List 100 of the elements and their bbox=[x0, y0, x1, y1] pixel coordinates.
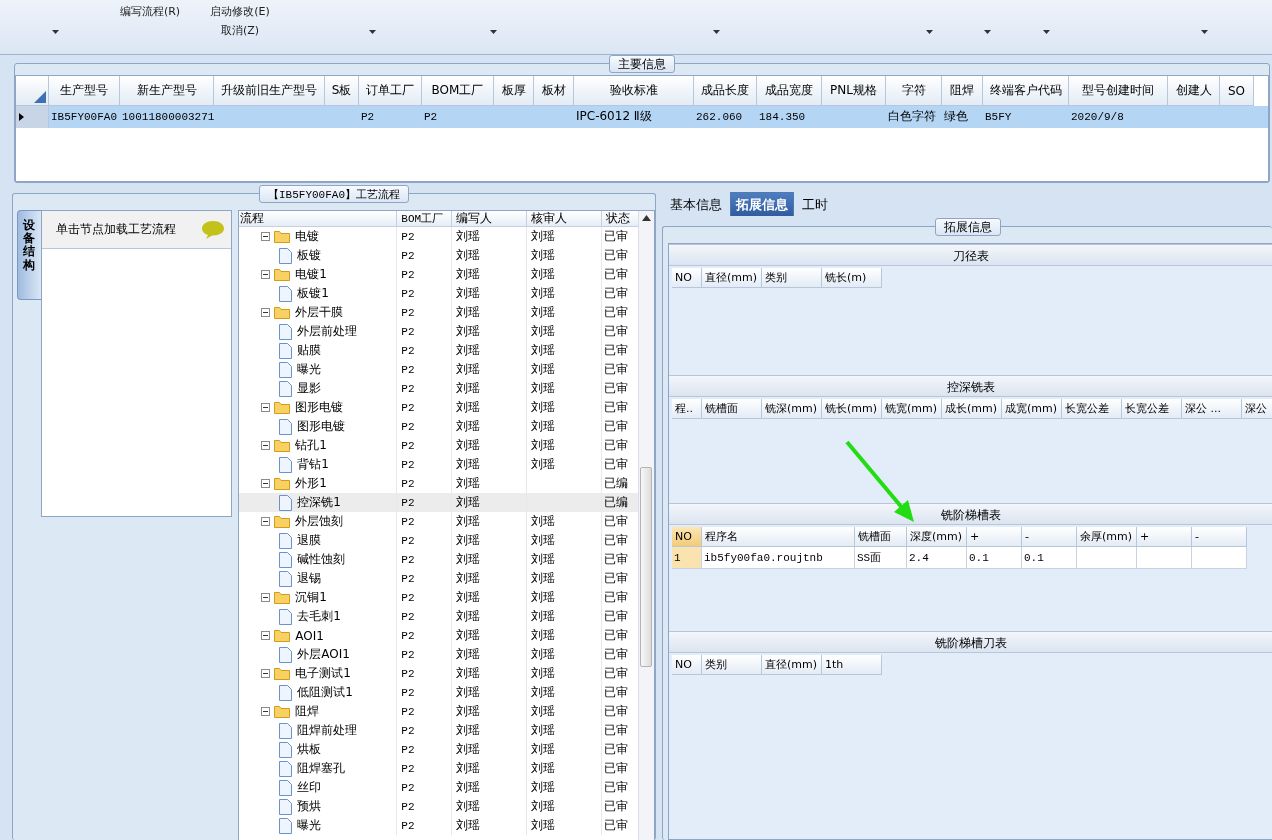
tree-node-label: 图形电镀 bbox=[297, 418, 346, 435]
column-header[interactable]: 长宽公差 bbox=[1062, 399, 1122, 419]
column-header[interactable]: 类别 bbox=[762, 268, 822, 288]
collapse-icon[interactable] bbox=[261, 308, 271, 317]
column-header[interactable]: 成宽(mm) bbox=[1002, 399, 1062, 419]
collapse-icon[interactable] bbox=[261, 479, 271, 488]
column-header[interactable]: NO bbox=[672, 268, 702, 288]
caret-icon bbox=[712, 30, 720, 34]
column-header[interactable]: 深公 ... bbox=[1182, 399, 1242, 419]
collapse-icon[interactable] bbox=[261, 593, 271, 602]
collapse-icon[interactable] bbox=[261, 232, 271, 241]
file-icon bbox=[279, 646, 293, 663]
collapse-icon[interactable] bbox=[261, 707, 271, 716]
table-cell: 已审 bbox=[604, 798, 629, 815]
column-header[interactable]: 程序名 bbox=[702, 527, 855, 547]
column-header[interactable]: 成品长度 bbox=[694, 76, 757, 106]
toolbar-button[interactable]: 编写流程(R) bbox=[119, 0, 181, 19]
column-header[interactable]: 新生产型号 bbox=[120, 76, 214, 106]
column-header[interactable]: 直径(mm) bbox=[762, 655, 822, 675]
table-cell: 刘瑶 bbox=[456, 399, 481, 416]
table-cell: 已审 bbox=[604, 361, 629, 378]
column-header[interactable]: 1th bbox=[822, 655, 882, 675]
column-header[interactable]: 深度(mm) bbox=[907, 527, 967, 547]
column-header[interactable]: BOM工厂 bbox=[422, 76, 494, 106]
column-header[interactable]: 板材 bbox=[534, 76, 574, 106]
file-icon bbox=[279, 760, 293, 777]
tab[interactable]: 拓展信息 bbox=[730, 192, 794, 216]
column-header[interactable]: + bbox=[967, 527, 1022, 547]
column-header[interactable]: 铣宽(mm) bbox=[882, 399, 942, 419]
column-header[interactable]: 编写人 bbox=[452, 211, 528, 227]
table-cell: P2 bbox=[401, 534, 415, 547]
scrollbar-thumb[interactable] bbox=[640, 467, 653, 667]
tree-row[interactable]: 控深铣1 P2 刘瑶 已编 bbox=[239, 493, 638, 512]
column-header[interactable]: 铣长(mm) bbox=[822, 399, 882, 419]
table-cell: 刘瑶 bbox=[531, 703, 556, 720]
file-icon bbox=[279, 684, 293, 701]
collapse-icon[interactable] bbox=[261, 403, 271, 412]
collapse-icon[interactable] bbox=[261, 270, 271, 279]
column-header[interactable]: 程.. bbox=[672, 399, 702, 419]
column-header[interactable]: 验收标准 bbox=[574, 76, 694, 106]
column-header[interactable]: 核审人 bbox=[527, 211, 603, 227]
file-icon bbox=[279, 361, 293, 378]
table-cell: 已编 bbox=[604, 475, 629, 492]
column-header[interactable]: + bbox=[1137, 527, 1192, 547]
column-header[interactable]: - bbox=[1192, 527, 1247, 547]
column-header[interactable]: 铣槽面 bbox=[855, 527, 907, 547]
file-icon bbox=[279, 798, 293, 815]
column-header[interactable]: 深公 bbox=[1242, 399, 1272, 419]
column-header[interactable]: 长宽公差 bbox=[1122, 399, 1182, 419]
caret-icon bbox=[1200, 30, 1208, 34]
column-header[interactable]: NO bbox=[672, 527, 702, 547]
tab[interactable]: 工时 bbox=[796, 192, 834, 216]
column-header[interactable]: S板 bbox=[325, 76, 359, 106]
column-header[interactable]: PNL规格 bbox=[822, 76, 886, 106]
column-header[interactable]: 类别 bbox=[702, 655, 762, 675]
column-header[interactable]: BOM工厂 bbox=[397, 211, 453, 227]
file-icon bbox=[279, 551, 293, 568]
column-header[interactable]: 直径(mm) bbox=[702, 268, 762, 288]
table-cell: 刘瑶 bbox=[531, 304, 556, 321]
table-cell: P2 bbox=[401, 610, 415, 623]
table-cell: 刘瑶 bbox=[456, 247, 481, 264]
table-cell: 刘瑶 bbox=[456, 551, 481, 568]
column-header[interactable]: 阻焊 bbox=[942, 76, 983, 106]
file-icon bbox=[279, 608, 293, 625]
column-header[interactable]: 板厚 bbox=[494, 76, 534, 106]
column-header[interactable]: 余厚(mm) bbox=[1077, 527, 1137, 547]
collapse-icon[interactable] bbox=[261, 441, 271, 450]
column-header[interactable]: 状态 bbox=[602, 211, 638, 227]
scroll-up-icon[interactable] bbox=[642, 215, 651, 221]
collapse-icon[interactable] bbox=[261, 517, 271, 526]
column-header[interactable]: 成长(mm) bbox=[942, 399, 1002, 419]
toolbar-button[interactable]: 启动修改(E) 取消(Z) bbox=[210, 0, 270, 38]
collapse-icon[interactable] bbox=[261, 631, 271, 640]
collapse-icon[interactable] bbox=[261, 669, 271, 678]
table-cell: 已审 bbox=[604, 532, 629, 549]
column-header[interactable]: 生产型号 bbox=[49, 76, 120, 106]
table-cell: 刘瑶 bbox=[531, 779, 556, 796]
column-header[interactable]: 字符 bbox=[886, 76, 942, 106]
column-header[interactable]: 成品宽度 bbox=[757, 76, 822, 106]
side-tab[interactable]: 设备结构 bbox=[17, 210, 41, 300]
table-cell: 刘瑶 bbox=[456, 266, 481, 283]
column-header[interactable]: 铣长(m) bbox=[822, 268, 882, 288]
column-header[interactable]: SO bbox=[1220, 76, 1254, 106]
table-cell: 刘瑶 bbox=[456, 380, 481, 397]
table-cell: 已审 bbox=[604, 608, 629, 625]
column-header[interactable]: 创建人 bbox=[1168, 76, 1220, 106]
tab[interactable]: 基本信息 bbox=[664, 192, 728, 216]
column-header[interactable]: 铣深(mm) bbox=[762, 399, 822, 419]
column-header[interactable]: 终端客户代码 bbox=[983, 76, 1069, 106]
column-header[interactable]: 型号创建时间 bbox=[1069, 76, 1168, 106]
table-row[interactable]: IB5FY00FA0 10011800003271 P2 P2 IPC-6012 Ⅱ级 262.060 184.350 白色字符 绿色 B5FY 2020/9/8 bbox=[16, 106, 1268, 128]
column-header[interactable]: 订单工厂 bbox=[359, 76, 422, 106]
table-cell: 刘瑶 bbox=[456, 665, 481, 682]
column-header[interactable]: NO bbox=[672, 655, 702, 675]
column-header[interactable]: 升级前旧生产型号 bbox=[214, 76, 325, 106]
column-header[interactable]: 流程 bbox=[239, 211, 398, 227]
column-header[interactable]: 铣槽面 bbox=[702, 399, 762, 419]
column-header[interactable]: - bbox=[1022, 527, 1077, 547]
file-icon bbox=[279, 722, 293, 739]
table-cell: P2 bbox=[401, 629, 415, 642]
